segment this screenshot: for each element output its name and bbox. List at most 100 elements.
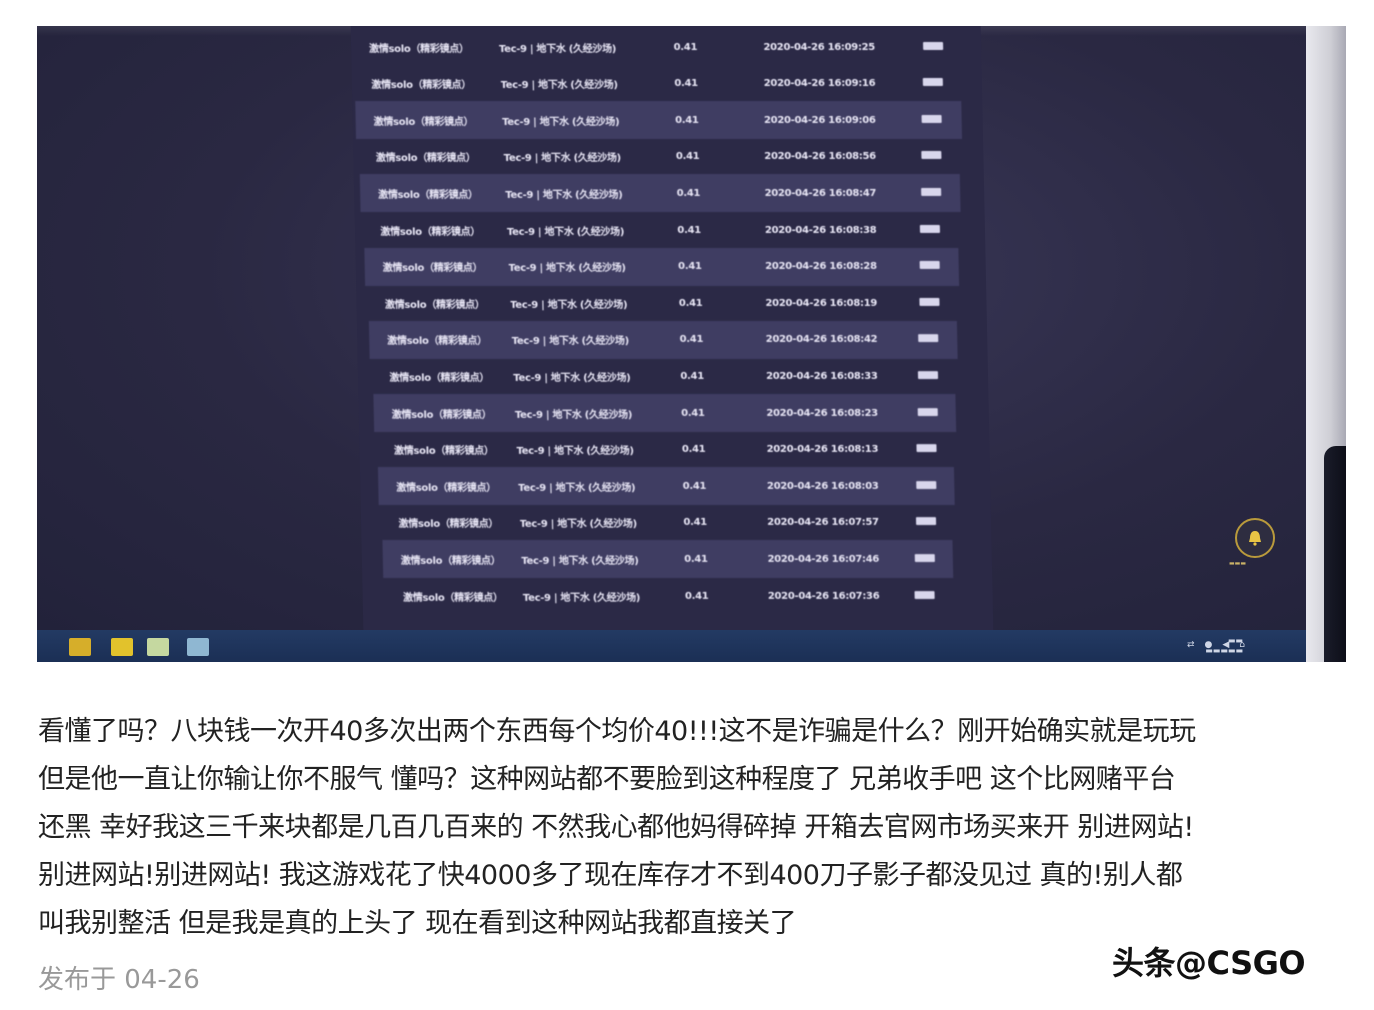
- history-row: 激情solo（精彩镜点） Tec-9 | 地下水 (久经沙场) 0.41 2020-0…: [358, 138, 962, 176]
- history-row: 激情solo（精彩镜点） Tec-9 | 地下水 (久经沙场) 0.41 2020-0…: [377, 467, 955, 506]
- history-row-item: Tec-9 | 地下水 (久经沙场): [514, 409, 633, 421]
- history-row-price: 0.41: [678, 261, 702, 273]
- history-row-item: Tec-9 | 地下水 (久经沙场): [498, 43, 617, 55]
- history-row-price: 0.41: [675, 151, 700, 163]
- history-row-time: 2020-04-26 16:09:16: [763, 78, 876, 90]
- history-row-item: Tec-9 | 地下水 (久经沙场): [508, 263, 626, 275]
- history-row-status-tag: [902, 114, 962, 126]
- history-row-status-tag: [901, 187, 960, 199]
- history-row-time: 2020-04-26 16:08:42: [765, 334, 878, 346]
- history-row-item: Tec-9 | 地下水 (久经沙场): [513, 372, 631, 384]
- taskbar-app-icon[interactable]: [111, 638, 133, 656]
- history-row-item: Tec-9 | 地下水 (久经沙场): [518, 482, 636, 494]
- history-row-time: 2020-04-26 16:09:25: [763, 41, 876, 53]
- post-line: 还黑 幸好我这三千来块都是几百几百来的 不然我心都他妈得碎掉 开箱去官网市场买来…: [38, 812, 1194, 843]
- history-row-time: 2020-04-26 16:08:13: [766, 444, 879, 456]
- history-row: 激情solo（精彩镜点） Tec-9 | 地下水 (久经沙场) 0.41 2020-0…: [368, 320, 958, 359]
- history-row-name: 激情solo（精彩镜点）: [373, 116, 474, 128]
- history-row-status-tag: [901, 224, 960, 236]
- history-row-price: 0.41: [681, 407, 705, 419]
- history-row-name: 激情solo（精彩镜点）: [403, 592, 503, 604]
- history-row-price: 0.41: [673, 41, 698, 53]
- history-row-item: Tec-9 | 地下水 (久经沙场): [506, 226, 625, 238]
- history-row-item: Tec-9 | 地下水 (久经沙场): [519, 519, 638, 531]
- history-row-time: 2020-04-26 16:09:06: [763, 114, 876, 126]
- monitor-photo: 激情solo（精彩镜点） Tec-9 | 地下水 (久经沙场) 0.41 2020-0…: [37, 26, 1346, 662]
- history-row-price: 0.41: [682, 480, 707, 492]
- history-row: 激情solo（精彩镜点） Tec-9 | 地下水 (久经沙场) 0.41 2020-0…: [364, 247, 960, 286]
- history-row-item: Tec-9 | 地下水 (久经沙场): [522, 592, 641, 604]
- history-row-time: 2020-04-26 16:08:33: [765, 370, 878, 382]
- history-row-price: 0.41: [684, 590, 709, 602]
- history-row-status-tag: [899, 370, 956, 382]
- history-row-time: 2020-04-26 16:08:47: [764, 187, 877, 199]
- background-object: [1324, 446, 1346, 662]
- history-row-status-tag: [899, 407, 956, 419]
- floating-chat-button[interactable]: [1235, 518, 1275, 558]
- taskbar-app-icon[interactable]: [69, 638, 91, 656]
- history-row-time: 2020-04-26 16:08:38: [764, 224, 877, 236]
- publish-time: 发布于 04-26: [38, 965, 200, 995]
- post-line: 别进网站!别进网站! 我这游戏花了快4000多了现在库存才不到400刀子影子都没…: [38, 860, 1183, 891]
- history-row-price: 0.41: [683, 517, 708, 529]
- history-row: 激情solo（精彩镜点） Tec-9 | 地下水 (久经沙场) 0.41 2020-0…: [362, 211, 960, 249]
- history-row-status-tag: [901, 261, 959, 272]
- history-row-item: Tec-9 | 地下水 (久经沙场): [521, 555, 639, 567]
- history-row-status-tag: [903, 78, 963, 89]
- history-row-time: 2020-04-26 16:08:23: [766, 407, 878, 419]
- history-row-status-tag: [898, 517, 954, 528]
- history-row: 激情solo（精彩镜点） Tec-9 | 地下水 (久经沙场) 0.41 2020-0…: [371, 357, 957, 395]
- history-row-item: Tec-9 | 地下水 (久经沙场): [500, 80, 618, 92]
- network-icon[interactable]: ⇄: [1187, 640, 1195, 650]
- history-row-name: 激情solo（精彩镜点）: [396, 482, 497, 494]
- history-row: 激情solo（精彩镜点） Tec-9 | 地下水 (久经沙场) 0.41 2020-0…: [382, 540, 954, 579]
- history-row-item: Tec-9 | 地下水 (久经沙场): [516, 446, 634, 458]
- history-row-time: 2020-04-26 16:07:46: [767, 553, 880, 565]
- history-row-item: Tec-9 | 地下水 (久经沙场): [502, 116, 620, 128]
- history-row-item: Tec-9 | 地下水 (久经沙场): [503, 153, 622, 165]
- history-row-name: 激情solo（精彩镜点）: [382, 263, 483, 275]
- history-row-status-tag: [898, 444, 955, 455]
- taskbar-app-icon[interactable]: [187, 638, 209, 656]
- bell-icon: [1249, 531, 1261, 546]
- history-row-status-tag: [898, 480, 954, 492]
- history-row-price: 0.41: [680, 370, 705, 382]
- floating-button-label: ▬▬▬: [1229, 560, 1247, 567]
- history-row-price: 0.41: [677, 224, 701, 236]
- post-line: 看懂了吗？八块钱一次开40多次出两个东西每个均价40!!!这不是诈骗是什么？刚开…: [38, 716, 1196, 747]
- history-row-item: Tec-9 | 地下水 (久经沙场): [505, 189, 623, 201]
- history-row: 激情solo（精彩镜点） Tec-9 | 地下水 (久经沙场) 0.41 2020-0…: [355, 101, 963, 140]
- history-row: 激情solo（精彩镜点） Tec-9 | 地下水 (久经沙场) 0.41 2020-0…: [353, 65, 963, 103]
- history-row-name: 激情solo（精彩镜点）: [369, 43, 469, 55]
- history-row-name: 激情solo（精彩镜点）: [375, 153, 476, 165]
- history-row-name: 激情solo（精彩镜点）: [393, 446, 494, 458]
- history-row-item: Tec-9 | 地下水 (久经沙场): [510, 299, 628, 311]
- history-row-name: 激情solo（精彩镜点）: [398, 519, 499, 531]
- history-row-item: Tec-9 | 地下水 (久经沙场): [511, 336, 629, 348]
- history-row-price: 0.41: [675, 114, 699, 126]
- history-row-name: 激情solo（精彩镜点）: [371, 80, 472, 92]
- source-watermark: 头条@CSGO: [1112, 944, 1306, 982]
- history-row-price: 0.41: [674, 78, 698, 90]
- history-row: 激情solo（精彩镜点） Tec-9 | 地下水 (久经沙场) 0.41 2020-0…: [385, 577, 953, 615]
- history-row-status-tag: [902, 151, 961, 162]
- case-opening-history-panel: 激情solo（精彩镜点） Tec-9 | 地下水 (久经沙场) 0.41 2020-0…: [350, 26, 994, 630]
- history-row: 激情solo（精彩镜点） Tec-9 | 地下水 (久经沙场) 0.41 2020-0…: [367, 284, 959, 322]
- windows-taskbar: ⇄ ● ◀ ⌂ ▬▬ ▬▬▬▬▬: [37, 630, 1335, 662]
- history-row-time: 2020-04-26 16:08:56: [764, 151, 876, 163]
- history-row-name: 激情solo（精彩镜点）: [378, 189, 478, 201]
- history-row-time: 2020-04-26 16:08:19: [765, 297, 878, 309]
- history-row: 激情solo（精彩镜点） Tec-9 | 地下水 (久经沙场) 0.41 2020-0…: [376, 431, 956, 469]
- history-row: 激情solo（精彩镜点） Tec-9 | 地下水 (久经沙场) 0.41 2020-0…: [373, 394, 957, 432]
- history-row-status-tag: [900, 297, 958, 309]
- taskbar-app-icon[interactable]: [147, 638, 169, 656]
- post-line: 但是他一直让你输让你不服气 懂吗？这种网站都不要脸到这种程度了 兄弟收手吧 这个…: [38, 764, 1176, 795]
- history-row-name: 激情solo（精彩镜点）: [384, 299, 485, 311]
- history-row-name: 激情solo（精彩镜点）: [389, 372, 490, 384]
- history-row-price: 0.41: [676, 187, 701, 199]
- history-row-name: 激情solo（精彩镜点）: [380, 226, 481, 238]
- post-body: 看懂了吗？八块钱一次开40多次出两个东西每个均价40!!!这不是诈骗是什么？刚开…: [38, 708, 1348, 948]
- history-row-time: 2020-04-26 16:07:57: [767, 517, 879, 529]
- history-row-price: 0.41: [681, 444, 706, 456]
- history-row-price: 0.41: [684, 553, 708, 565]
